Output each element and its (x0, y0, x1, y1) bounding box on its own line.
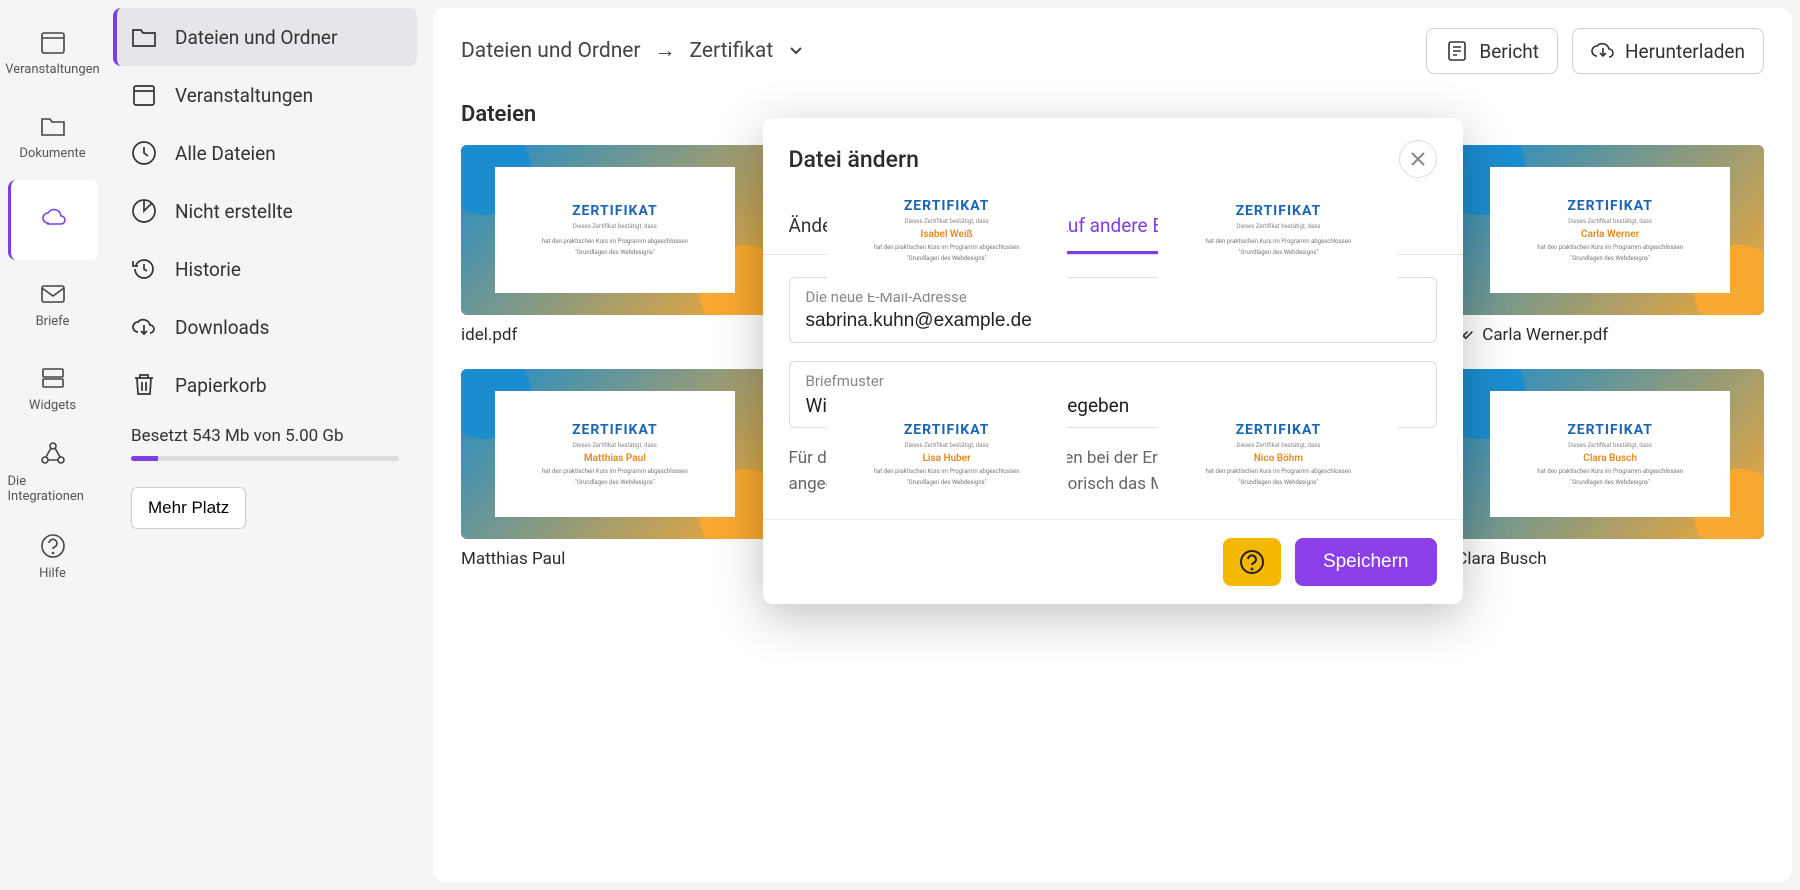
download-icon (131, 314, 157, 340)
sidebar-item-history[interactable]: Historie (113, 240, 417, 298)
mail-icon (39, 280, 67, 308)
close-icon (1410, 151, 1426, 167)
sidebar-item-all-files[interactable]: Alle Dateien (113, 124, 417, 182)
email-input[interactable] (806, 310, 1420, 332)
nav-documents[interactable]: Dokumente (8, 96, 98, 176)
file-thumbnail: ZERTIFIKATDieses Zertifikat bestätigt, d… (1456, 145, 1764, 315)
file-thumbnail: ZERTIFIKATDieses Zertifikat bestätigt, d… (793, 369, 1101, 539)
server-icon (39, 364, 67, 392)
file-thumbnail: ZERTIFIKATDieses Zertifikat bestätigt, d… (1456, 369, 1764, 539)
help-icon (39, 532, 67, 560)
sidebar-item-files-folders[interactable]: Dateien und Ordner (113, 8, 417, 66)
sidebar-item-events[interactable]: Veranstaltungen (113, 66, 417, 124)
help-icon (1239, 549, 1265, 575)
sidebar-item-trash[interactable]: Papierkorb (113, 356, 417, 414)
file-thumbnail: ZERTIFIKATDieses Zertifikat bestätigt, d… (461, 145, 769, 315)
share-icon (39, 440, 67, 468)
storage-bar (131, 456, 399, 461)
help-button[interactable] (1223, 538, 1281, 586)
nav-events[interactable]: Veranstaltungen (8, 12, 98, 92)
folder-icon (39, 112, 67, 140)
nav-integrations[interactable]: Die Integrationen (8, 432, 98, 512)
history-icon (131, 256, 157, 282)
nav-letters[interactable]: Briefe (8, 264, 98, 344)
calendar-icon (131, 82, 157, 108)
file-thumbnail: ZERTIFIKATDieses Zertifikat bestätigt, d… (1125, 145, 1433, 315)
sidebar: Dateien und Ordner Veranstaltungen Alle … (105, 0, 425, 890)
clock-icon (131, 140, 157, 166)
nav-help[interactable]: Hilfe (8, 516, 98, 596)
sidebar-item-downloads[interactable]: Downloads (113, 298, 417, 356)
sidebar-item-not-created[interactable]: Nicht erstellte (113, 182, 417, 240)
trash-icon (131, 372, 157, 398)
file-thumbnail: ZERTIFIKATDieses Zertifikat bestätigt, d… (1125, 369, 1433, 539)
cloud-icon (40, 203, 68, 231)
file-thumbnail: ZERTIFIKATDieses Zertifikat bestätigt, d… (461, 369, 769, 539)
nav-rail: Veranstaltungen Dokumente Briefe Widgets… (0, 0, 105, 890)
file-thumbnail: ZERTIFIKATDieses Zertifikat bestätigt, d… (793, 145, 1101, 315)
folder-icon (131, 24, 157, 50)
piechart-icon (131, 198, 157, 224)
calendar-icon (39, 28, 67, 56)
nav-widgets[interactable]: Widgets (8, 348, 98, 428)
storage-info: Besetzt 543 Mb von 5.00 Gb (113, 414, 417, 473)
main-panel: Dateien und Ordner → Zertifikat Bericht … (433, 8, 1792, 882)
more-space-button[interactable]: Mehr Platz (131, 487, 246, 529)
nav-cloud[interactable] (8, 180, 98, 260)
save-button[interactable]: Speichern (1295, 538, 1437, 586)
close-button[interactable] (1399, 140, 1437, 178)
